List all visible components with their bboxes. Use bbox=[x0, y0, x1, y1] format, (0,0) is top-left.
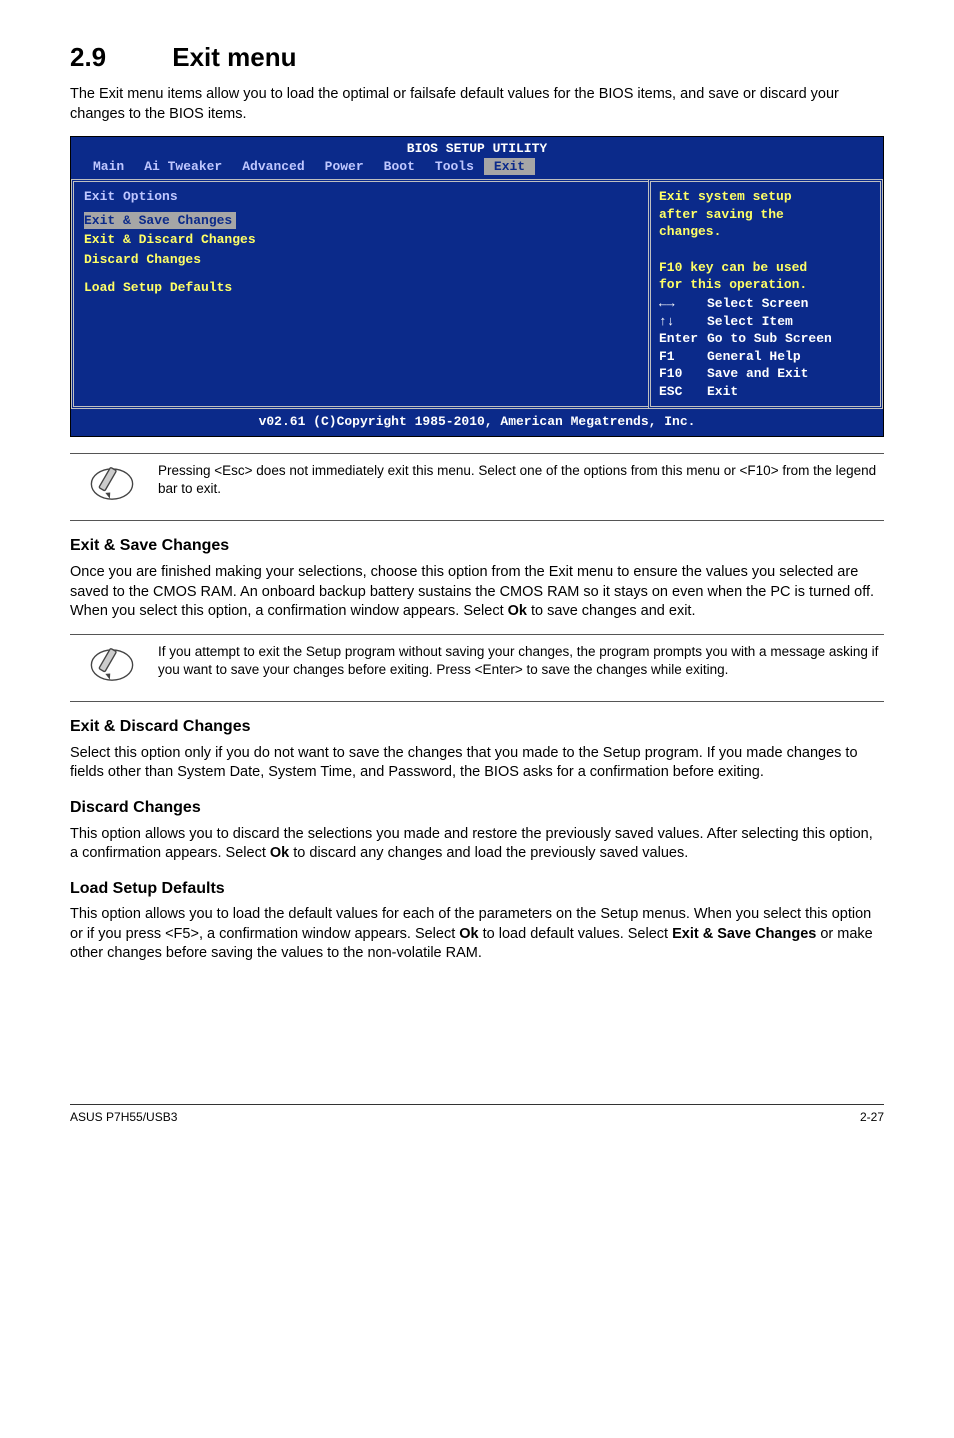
bios-key: ↑↓ bbox=[659, 313, 707, 331]
bold-ok: Ok bbox=[459, 926, 478, 942]
bold-ok: Ok bbox=[270, 845, 289, 861]
intro-paragraph: The Exit menu items allow you to load th… bbox=[70, 85, 884, 124]
bios-help-line: Exit system setup bbox=[659, 188, 872, 206]
note-box: Pressing <Esc> does not immediately exit… bbox=[70, 453, 884, 522]
pencil-note-icon bbox=[90, 462, 134, 513]
bold-exit-save: Exit & Save Changes bbox=[672, 926, 816, 942]
bios-help-text: Exit system setup after saving the chang… bbox=[659, 188, 872, 293]
pencil-note-icon bbox=[90, 643, 134, 694]
bios-options-title: Exit Options bbox=[84, 188, 638, 206]
bios-left-panel: Exit Options Exit & Save Changes Exit & … bbox=[71, 179, 648, 409]
paragraph-exit-discard: Select this option only if you do not wa… bbox=[70, 744, 884, 783]
bios-key-label: Save and Exit bbox=[707, 366, 808, 381]
bios-help-line: after saving the bbox=[659, 206, 872, 224]
text-span: to load default values. Select bbox=[479, 926, 672, 942]
bios-menu-main: Main bbox=[83, 158, 134, 176]
bios-screenshot: BIOS SETUP UTILITY Main Ai Tweaker Advan… bbox=[70, 136, 884, 437]
bios-menu-tools: Tools bbox=[425, 158, 484, 176]
page-footer: ASUS P7H55/USB3 2-27 bbox=[70, 1104, 884, 1125]
bios-menu-exit: Exit bbox=[484, 158, 535, 176]
bios-key: ←→ bbox=[659, 295, 707, 313]
bios-option-load-defaults: Load Setup Defaults bbox=[84, 279, 638, 297]
note-box: If you attempt to exit the Setup program… bbox=[70, 634, 884, 703]
bios-menu-power: Power bbox=[315, 158, 374, 176]
bios-menu-advanced: Advanced bbox=[232, 158, 314, 176]
bios-title: BIOS SETUP UTILITY bbox=[81, 140, 873, 158]
bios-key-label: General Help bbox=[707, 349, 801, 364]
bios-menu-boot: Boot bbox=[374, 158, 425, 176]
bios-key: F1 bbox=[659, 348, 707, 366]
paragraph-load-defaults: This option allows you to load the defau… bbox=[70, 905, 884, 964]
text-span: to discard any changes and load the prev… bbox=[289, 845, 688, 861]
bios-option-exit-save: Exit & Save Changes bbox=[84, 212, 236, 230]
footer-right: 2-27 bbox=[860, 1109, 884, 1125]
bios-help-line: for this operation. bbox=[659, 276, 872, 294]
subheading-load-defaults: Load Setup Defaults bbox=[70, 878, 884, 900]
text-span: Once you are finished making your select… bbox=[70, 564, 874, 619]
note-text: Pressing <Esc> does not immediately exit… bbox=[158, 462, 884, 498]
bios-help-line: changes. bbox=[659, 223, 872, 241]
bios-key-label: Select Item bbox=[707, 314, 793, 329]
bios-key: Enter bbox=[659, 330, 707, 348]
bios-key-label: Select Screen bbox=[707, 296, 808, 311]
bios-key-label: Go to Sub Screen bbox=[707, 331, 832, 346]
bios-key: F10 bbox=[659, 365, 707, 383]
subheading-exit-discard: Exit & Discard Changes bbox=[70, 716, 884, 738]
footer-left: ASUS P7H55/USB3 bbox=[70, 1109, 177, 1125]
bios-help-line: F10 key can be used bbox=[659, 259, 872, 277]
bios-footer: v02.61 (C)Copyright 1985-2010, American … bbox=[71, 409, 883, 436]
subheading-exit-save: Exit & Save Changes bbox=[70, 535, 884, 557]
bios-key: ESC bbox=[659, 383, 707, 401]
bios-option-discard: Discard Changes bbox=[84, 251, 638, 269]
bios-key-legend: ←→Select Screen ↑↓Select Item EnterGo to… bbox=[659, 295, 872, 400]
bios-menu-ai-tweaker: Ai Tweaker bbox=[134, 158, 232, 176]
bios-menubar: Main Ai Tweaker Advanced Power Boot Tool… bbox=[81, 158, 873, 180]
note-text: If you attempt to exit the Setup program… bbox=[158, 643, 884, 679]
paragraph-exit-save: Once you are finished making your select… bbox=[70, 563, 884, 622]
bios-key-label: Exit bbox=[707, 384, 738, 399]
heading-title: Exit menu bbox=[172, 42, 296, 72]
bios-right-panel: Exit system setup after saving the chang… bbox=[648, 179, 883, 409]
paragraph-discard: This option allows you to discard the se… bbox=[70, 825, 884, 864]
heading-number: 2.9 bbox=[70, 40, 165, 75]
bios-option-exit-discard: Exit & Discard Changes bbox=[84, 231, 638, 249]
page-heading: 2.9 Exit menu bbox=[70, 40, 884, 75]
subheading-discard: Discard Changes bbox=[70, 797, 884, 819]
